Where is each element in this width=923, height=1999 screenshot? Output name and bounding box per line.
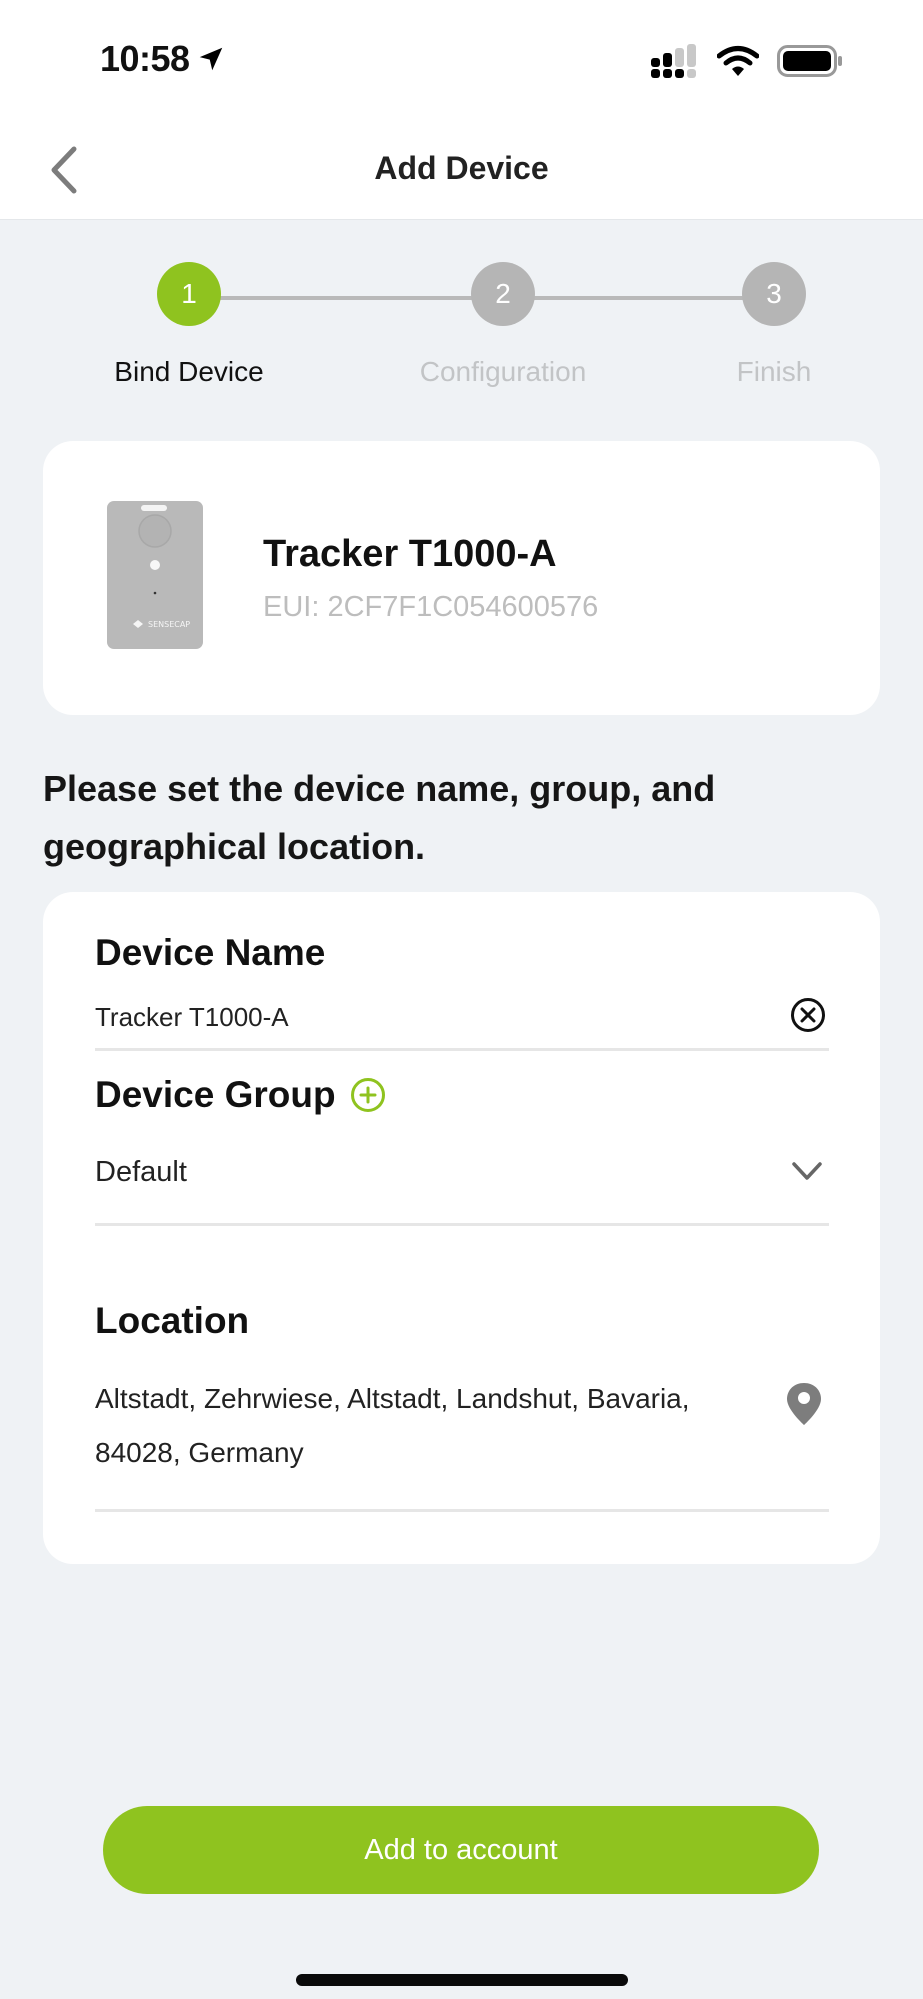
device-name-input[interactable]: Tracker T1000-A xyxy=(95,1002,775,1033)
device-brand-text: SENSECAP xyxy=(148,620,190,629)
clear-name-button[interactable] xyxy=(789,996,827,1034)
chevron-down-icon xyxy=(792,1162,822,1180)
step-label: Finish xyxy=(736,356,812,387)
cellular-signal-icon xyxy=(651,44,696,78)
step-number: 2 xyxy=(471,262,535,326)
location-arrow-icon xyxy=(199,47,222,71)
status-time: 10:58 xyxy=(100,38,226,80)
status-time-text: 10:58 xyxy=(100,38,190,79)
step-label: Bind Device xyxy=(114,356,264,387)
add-to-account-button[interactable]: Add to account xyxy=(103,1806,819,1894)
instructions-text: Please set the device name, group, and g… xyxy=(43,768,716,867)
device-group-label: Device Group xyxy=(95,1074,386,1116)
progress-stepper: 1 Bind Device 2 Configuration 3 Finish xyxy=(0,262,923,402)
step-number: 1 xyxy=(157,262,221,326)
device-image: SENSECAP xyxy=(107,501,203,649)
step-label: Configuration xyxy=(419,356,587,387)
add-group-button[interactable] xyxy=(350,1077,386,1113)
home-indicator xyxy=(296,1974,628,1986)
location-value[interactable]: Altstadt, Zehrwiese, Altstadt, Landshut,… xyxy=(95,1372,775,1480)
clear-circle-icon xyxy=(791,998,825,1032)
wifi-icon xyxy=(717,46,759,76)
step-bind-device: 1 Bind Device xyxy=(89,262,289,388)
top-bar: 10:58 Add Device xyxy=(0,0,923,220)
location-label: Location xyxy=(95,1300,249,1342)
divider xyxy=(95,1223,829,1226)
step-finish: 3 Finish xyxy=(674,262,874,388)
location-label-text: Location xyxy=(95,1300,250,1341)
group-dropdown-toggle[interactable] xyxy=(789,1156,825,1186)
device-group-select[interactable]: Default xyxy=(95,1156,187,1189)
divider xyxy=(95,1509,829,1512)
device-eui: EUI: 2CF7F1C054600576 xyxy=(263,591,599,623)
device-group-label-text: Device Group xyxy=(95,1074,336,1115)
add-circle-icon xyxy=(350,1078,385,1112)
device-form-card: Device Name Tracker T1000-A Device Group… xyxy=(43,892,880,1564)
status-icons xyxy=(651,44,843,78)
step-configuration: 2 Configuration xyxy=(403,262,603,388)
step-number: 3 xyxy=(742,262,806,326)
page-title: Add Device xyxy=(374,150,549,186)
battery-icon xyxy=(777,45,842,77)
device-info-card: SENSECAP Tracker T1000-A EUI: 2CF7F1C054… xyxy=(43,441,880,715)
device-name-label-text: Device Name xyxy=(95,932,326,973)
divider xyxy=(95,1048,829,1051)
pick-location-button[interactable] xyxy=(783,1380,825,1428)
map-pin-icon xyxy=(787,1383,821,1425)
device-name-label: Device Name xyxy=(95,932,325,974)
device-name: Tracker T1000-A xyxy=(263,533,557,575)
